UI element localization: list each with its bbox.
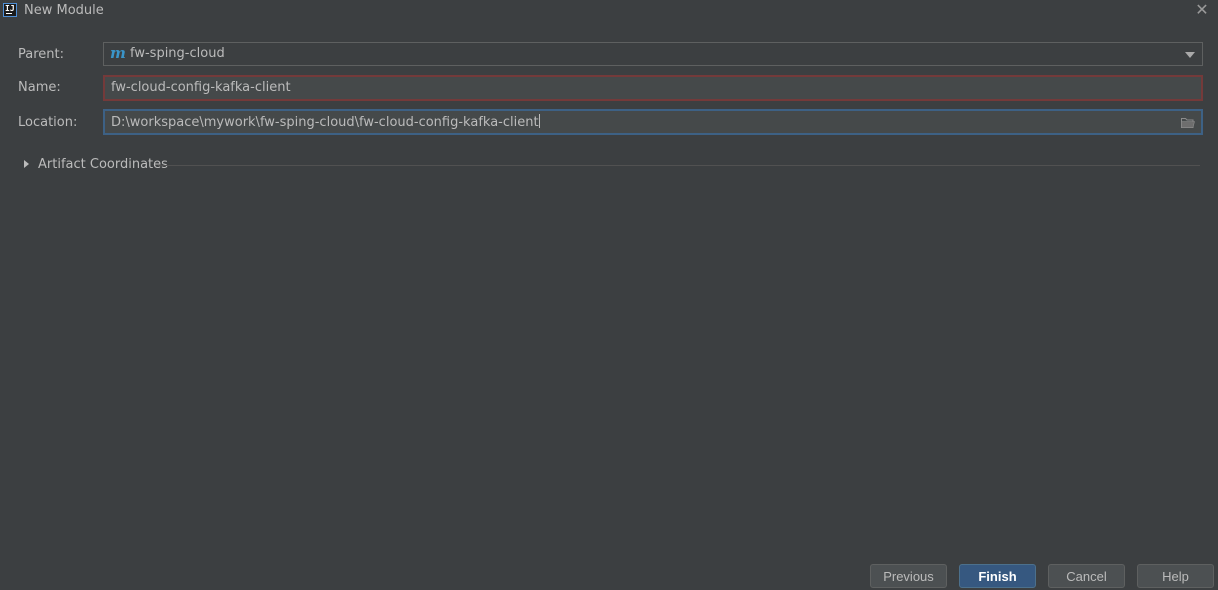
help-button[interactable]: Help <box>1137 564 1214 588</box>
section-divider <box>158 165 1200 166</box>
close-icon[interactable]: ✕ <box>1194 2 1210 18</box>
title-bar: IJ New Module ✕ <box>0 0 1218 22</box>
new-module-dialog: IJ New Module ✕ Parent: m fw-sping-cloud… <box>0 0 1218 590</box>
chevron-down-icon[interactable] <box>1185 52 1195 58</box>
name-field[interactable]: fw-cloud-config-kafka-client <box>103 75 1203 101</box>
window-title: New Module <box>24 3 104 18</box>
folder-icon[interactable] <box>1181 117 1195 128</box>
location-label: Location: <box>18 115 78 130</box>
location-value: D:\workspace\mywork\fw-sping-cloud\fw-cl… <box>111 115 539 130</box>
parent-label: Parent: <box>18 47 64 62</box>
cancel-button[interactable]: Cancel <box>1048 564 1125 588</box>
finish-button[interactable]: Finish <box>959 564 1036 588</box>
artifact-coordinates-label: Artifact Coordinates <box>38 157 168 172</box>
text-caret <box>538 114 540 128</box>
name-label: Name: <box>18 80 61 95</box>
previous-button[interactable]: Previous <box>870 564 947 588</box>
location-field[interactable]: D:\workspace\mywork\fw-sping-cloud\fw-cl… <box>103 109 1203 135</box>
maven-module-icon: m <box>110 44 126 62</box>
parent-value: fw-sping-cloud <box>130 46 225 61</box>
intellij-idea-icon: IJ <box>3 3 17 17</box>
parent-select[interactable]: m fw-sping-cloud <box>103 42 1203 66</box>
name-value: fw-cloud-config-kafka-client <box>111 80 291 95</box>
chevron-right-icon <box>24 160 29 168</box>
artifact-coordinates-toggle[interactable]: Artifact Coordinates <box>22 157 1200 173</box>
